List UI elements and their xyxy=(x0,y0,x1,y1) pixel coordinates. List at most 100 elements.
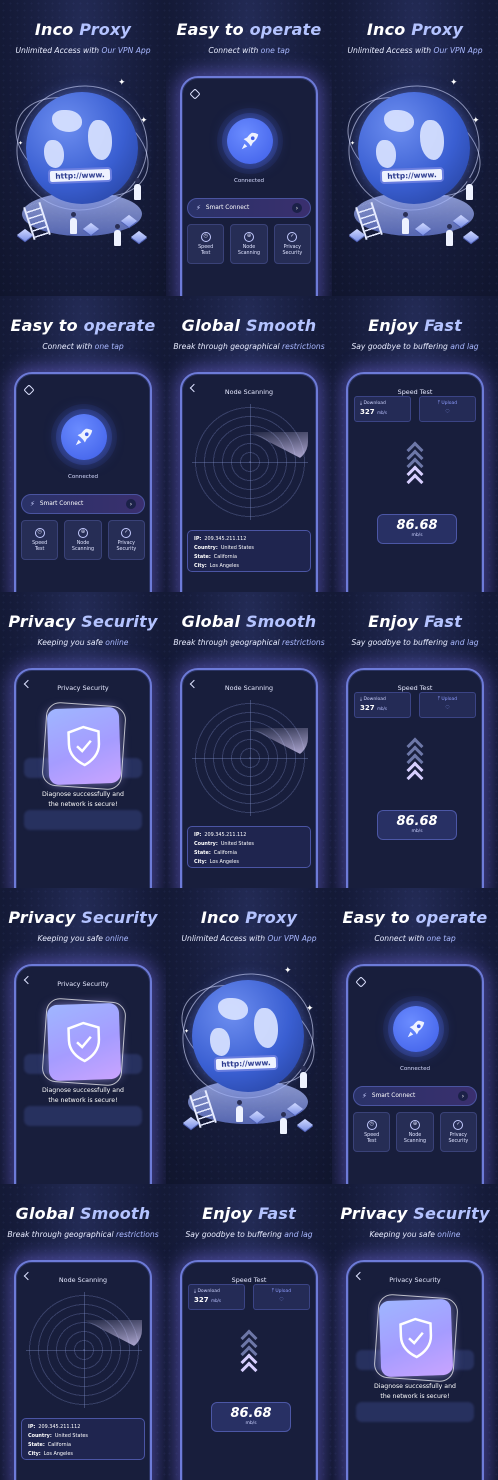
slide-subtitle: Break through geographical restrictions xyxy=(173,638,325,647)
smart-connect-button[interactable]: ⚡ Smart Connect › xyxy=(353,1086,477,1106)
download-card: ⤓ Download 327 mb/s xyxy=(188,1284,245,1310)
screen-title: Speed Test xyxy=(231,1276,267,1284)
globe-illustration: http://www. ✦ ✦ ✦ xyxy=(166,955,332,1154)
smart-connect-button[interactable]: ⚡ Smart Connect › xyxy=(187,198,311,218)
speed-test-button[interactable]: ◷ Speed Test xyxy=(353,1112,391,1152)
shield-check-icon xyxy=(67,725,101,767)
connection-status: Connected xyxy=(399,1066,431,1072)
stopwatch-icon: ◷ xyxy=(366,1119,377,1130)
upload-card: ⤒ Upload ◌ xyxy=(253,1284,310,1310)
sparkle-icon: ✦ xyxy=(118,78,126,88)
download-card: ⤓ Download 327 mb/s xyxy=(354,396,411,422)
slide-title: Enjoy Fast xyxy=(202,1204,296,1223)
privacy-security-button[interactable]: ✓ Privacy Security xyxy=(439,1112,477,1152)
phone-frame: Node Scanning IP: 209.345.211.112 Country… xyxy=(14,1260,152,1480)
shield-card xyxy=(46,1002,122,1082)
shield-icon: ✓ xyxy=(287,231,298,242)
diagnose-message: Diagnose successfully and the network is … xyxy=(374,1383,456,1400)
slide-title: Privacy Security xyxy=(8,612,158,631)
slide-global-smooth: Global Smooth Break through geographical… xyxy=(166,296,332,592)
connect-button[interactable] xyxy=(393,1006,439,1052)
privacy-security-button[interactable]: ✓ Privacy Security xyxy=(273,224,311,264)
slide-title: Inco Proxy xyxy=(34,20,132,39)
slide-title: Global Smooth xyxy=(15,1204,151,1223)
radar-scanner xyxy=(26,1292,142,1408)
screen-title: Speed Test xyxy=(397,388,433,396)
slide-title: Easy to operate xyxy=(10,316,156,335)
sparkle-icon: ✦ xyxy=(350,140,356,147)
speed-test-button[interactable]: ◷ Speed Test xyxy=(187,224,225,264)
shield-icon: ✓ xyxy=(453,1119,464,1130)
node-scanning-button[interactable]: ⊕ Node Scanning xyxy=(396,1112,434,1152)
phone-frame: Speed Test ⤓ Download 327 mb/s ⤒ Upload ◌ … xyxy=(346,372,484,592)
smart-connect-label: Smart Connect xyxy=(39,501,84,507)
person-icon xyxy=(466,178,473,200)
slide-subtitle: Break through geographical restrictions xyxy=(7,1230,159,1239)
node-scanning-button[interactable]: ⊕ Node Scanning xyxy=(230,224,268,264)
speed-test-button[interactable]: ◷ Speed Test xyxy=(21,520,59,560)
app-logo-icon xyxy=(355,976,367,988)
globe-illustration: http://www. ✦ ✦ ✦ xyxy=(0,67,166,266)
bolt-icon: ⚡ xyxy=(196,204,201,212)
smart-connect-button[interactable]: ⚡ Smart Connect › xyxy=(21,494,145,514)
download-icon: ⤓ xyxy=(194,1289,196,1294)
sparkle-icon: ✦ xyxy=(140,116,148,126)
connection-status: Connected xyxy=(67,474,99,480)
privacy-security-button[interactable]: ✓ Privacy Security xyxy=(107,520,145,560)
sparkle-icon: ✦ xyxy=(184,1028,190,1035)
upload-card: ⤒ Upload ◌ xyxy=(419,396,476,422)
slide-subtitle: Break through geographical restrictions xyxy=(173,342,325,351)
screenshot-grid: Inco Proxy Unlimited Access with Our VPN… xyxy=(0,0,498,1480)
person-icon xyxy=(134,178,141,200)
globe-grid-icon: ⊕ xyxy=(77,527,88,538)
node-info-card: IP: 209.345.211.112 Country: United States… xyxy=(187,530,311,572)
loading-spinner-icon: ◌ xyxy=(279,1297,284,1302)
slide-inco-proxy: Inco Proxy Unlimited Access with Our VPN… xyxy=(166,888,332,1184)
app-logo-icon xyxy=(23,384,35,396)
slide-enjoy-fast: Enjoy Fast Say goodbye to buffering and … xyxy=(332,592,498,888)
slide-title: Global Smooth xyxy=(181,316,317,335)
smart-connect-label: Smart Connect xyxy=(371,1093,416,1099)
url-bar: http://www. xyxy=(213,1054,279,1073)
node-info-card: IP: 209.345.211.112 Country: United States… xyxy=(21,1418,145,1460)
loading-spinner-icon: ◌ xyxy=(445,409,450,414)
slide-subtitle: Unlimited Access with Our VPN App xyxy=(15,46,151,55)
upload-icon: ⤒ xyxy=(437,401,440,406)
sparkle-icon: ✦ xyxy=(284,966,292,976)
phone-frame: Privacy Security Diagnose successfully a… xyxy=(14,668,152,888)
screen-title: Speed Test xyxy=(397,684,433,692)
slide-subtitle: Keeping you safe online xyxy=(37,934,129,943)
connect-button[interactable] xyxy=(227,118,273,164)
slide-title: Inco Proxy xyxy=(366,20,464,39)
person-icon xyxy=(280,1112,287,1134)
speed-readout: 86.68 mb/s xyxy=(377,514,457,544)
slide-title: Inco Proxy xyxy=(200,908,298,927)
bolt-icon: ⚡ xyxy=(362,1092,367,1100)
shield-check-icon xyxy=(399,1317,433,1359)
slide-title: Global Smooth xyxy=(181,612,317,631)
stopwatch-icon: ◷ xyxy=(200,231,211,242)
slide-easy-to-operate: Easy to operate Connect with one tap Con… xyxy=(0,296,166,592)
screen-title: Node Scanning xyxy=(224,684,274,692)
phone-frame: Connected ⚡ Smart Connect › ◷ Speed Test ⊕… xyxy=(14,372,152,592)
speed-chevrons xyxy=(348,737,482,787)
shield-card xyxy=(46,706,122,786)
upload-card: ⤒ Upload ◌ xyxy=(419,692,476,718)
person-icon xyxy=(70,212,77,234)
node-scanning-button[interactable]: ⊕ Node Scanning xyxy=(64,520,102,560)
phone-frame: Node Scanning IP: 209.345.211.112 Country… xyxy=(180,668,318,888)
speed-readout: 86.68 mb/s xyxy=(377,810,457,840)
download-icon: ⤓ xyxy=(360,697,362,702)
url-bar: http://www. xyxy=(47,166,113,185)
shield-check-icon xyxy=(67,1021,101,1063)
connect-button[interactable] xyxy=(61,414,107,460)
radar-scanner xyxy=(192,404,308,520)
person-icon xyxy=(236,1100,243,1122)
slide-enjoy-fast: Enjoy Fast Say goodbye to buffering and … xyxy=(332,296,498,592)
shield-icon: ✓ xyxy=(121,527,132,538)
app-logo-icon xyxy=(189,88,201,100)
globe-icon xyxy=(358,92,470,204)
slide-easy-to-operate: Easy to operate Connect with one tap Con… xyxy=(332,888,498,1184)
slide-subtitle: Unlimited Access with Our VPN App xyxy=(347,46,483,55)
slide-title: Privacy Security xyxy=(340,1204,490,1223)
